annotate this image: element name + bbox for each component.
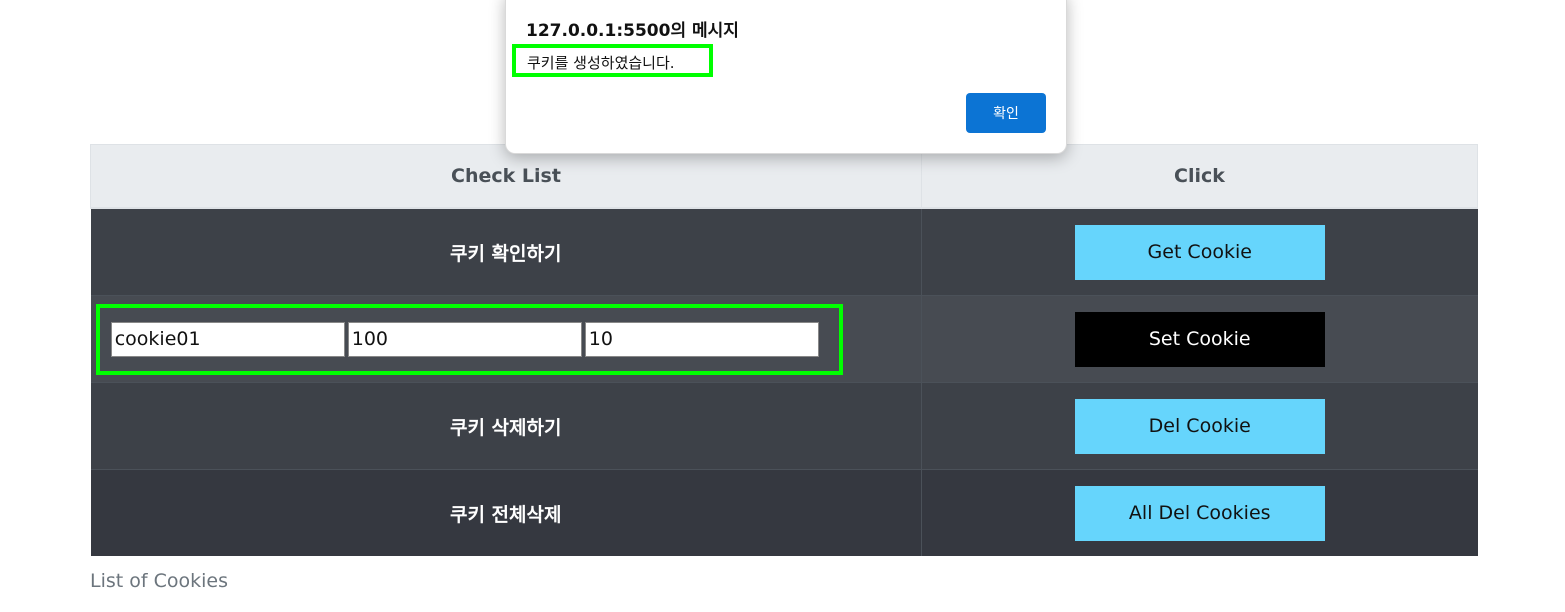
table-caption: List of Cookies [90, 570, 228, 592]
table-row: 쿠키 확인하기 Get Cookie [90, 207, 1478, 296]
row-label-check-cookie: 쿠키 확인하기 [90, 207, 922, 296]
header-check-list: Check List [90, 144, 922, 209]
get-cookie-button[interactable]: Get Cookie [1074, 224, 1325, 280]
cookie-name-input[interactable] [110, 321, 345, 357]
ok-button[interactable]: 확인 [966, 93, 1046, 133]
cookie-input-group [95, 303, 843, 375]
cookie-table: Check List Click 쿠키 확인하기 Get Cookie Set … [90, 144, 1479, 556]
row-label-delete-cookie: 쿠키 삭제하기 [90, 382, 922, 470]
alert-dialog: 127.0.0.1:5500의 메시지 쿠키를 생성하였습니다. 확인 [505, 0, 1067, 154]
table-row: 쿠키 전체삭제 All Del Cookies [90, 469, 1478, 556]
page: Check List Click 쿠키 확인하기 Get Cookie Set … [0, 0, 1565, 612]
row-label-delete-all: 쿠키 전체삭제 [90, 469, 922, 556]
cookie-expiry-input[interactable] [584, 321, 819, 357]
table-row: 쿠키 삭제하기 Del Cookie [90, 382, 1478, 470]
set-cookie-button[interactable]: Set Cookie [1074, 311, 1325, 367]
header-click: Click [920, 144, 1479, 209]
dialog-message: 쿠키를 생성하였습니다. [527, 54, 675, 72]
dialog-title: 127.0.0.1:5500의 메시지 [526, 21, 739, 41]
cookie-value-input[interactable] [347, 321, 582, 357]
table-row: Set Cookie [90, 295, 1478, 383]
all-del-cookies-button[interactable]: All Del Cookies [1074, 485, 1325, 541]
table-header-row: Check List Click [90, 144, 1479, 209]
del-cookie-button[interactable]: Del Cookie [1074, 398, 1325, 454]
